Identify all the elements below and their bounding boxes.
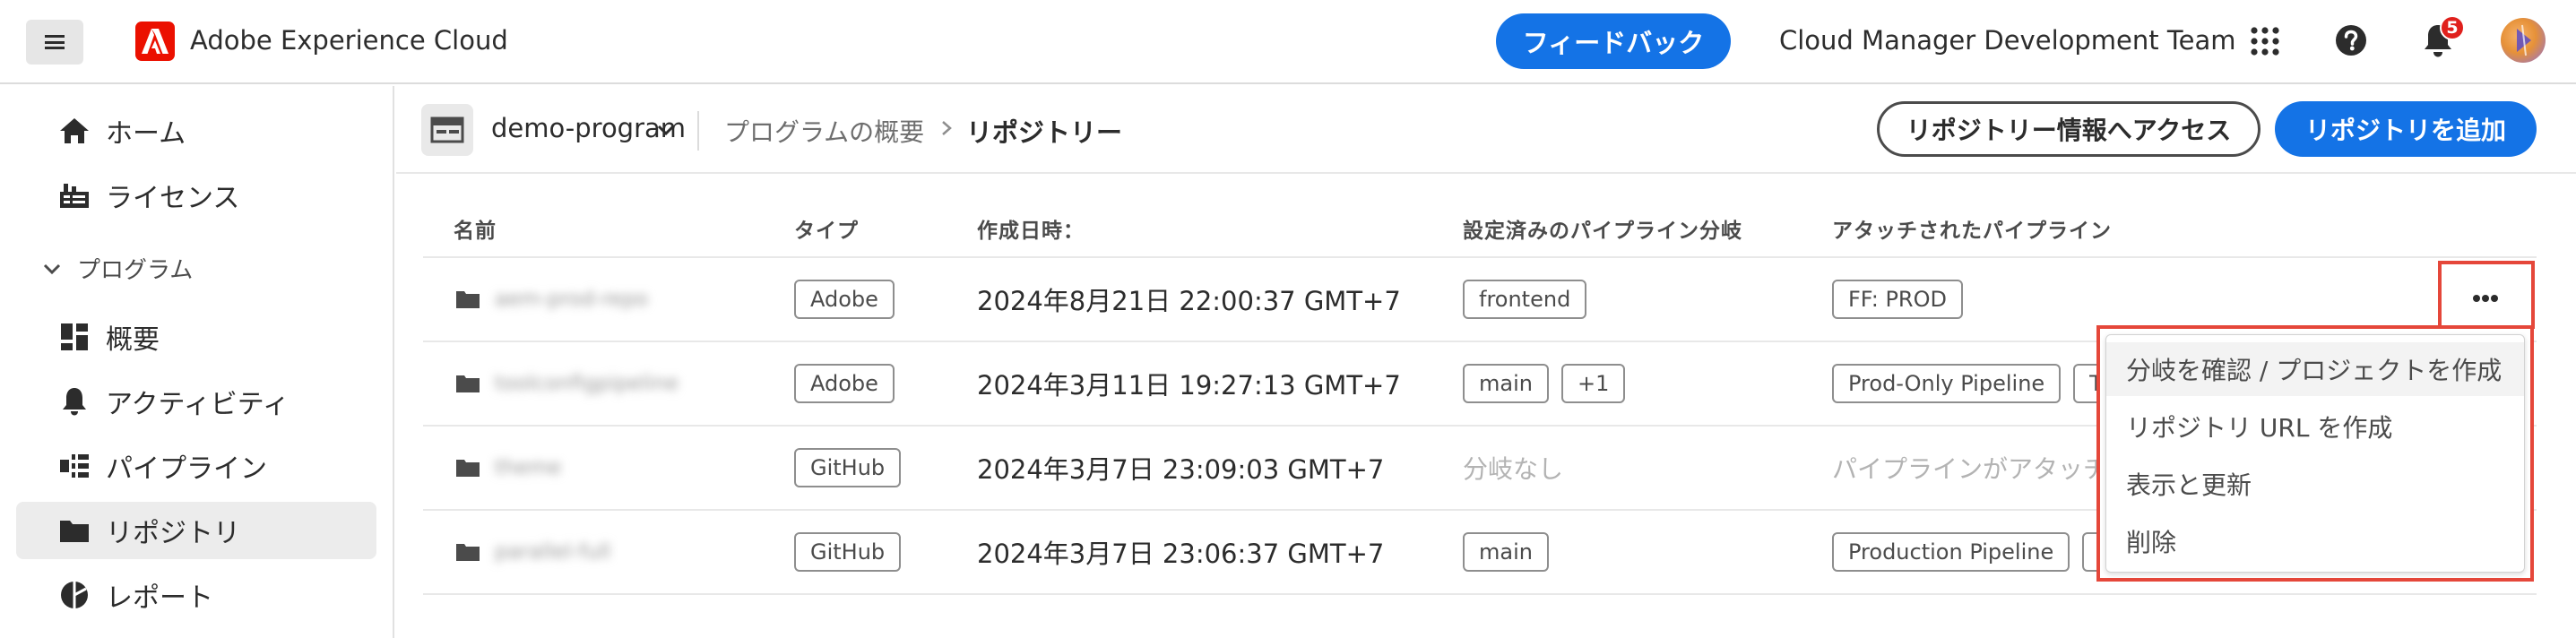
menu-toggle-button[interactable] xyxy=(26,20,83,65)
folder-icon xyxy=(57,513,91,547)
sidebar-item-label: レポート xyxy=(106,582,213,614)
org-switcher[interactable]: Cloud Manager Development Team xyxy=(1779,25,2235,56)
dashboard-icon xyxy=(57,320,91,354)
no-branches-text: 分岐なし xyxy=(1463,454,1564,484)
hamburger-icon xyxy=(45,35,65,49)
sidebar-item-reports[interactable]: レポート xyxy=(16,566,376,624)
repo-name-cell[interactable]: aem-prod-repo xyxy=(455,258,648,341)
repo-name: aem-prod-repo xyxy=(495,288,649,311)
repo-type-tag: GitHub xyxy=(794,532,902,572)
sidebar-item-label: ライセンス xyxy=(106,183,240,214)
folder-icon xyxy=(456,460,480,477)
chevron-down-icon[interactable] xyxy=(656,120,676,140)
divider xyxy=(697,111,699,151)
sidebar-item-label: アクティビティ xyxy=(106,389,290,420)
folder-icon xyxy=(456,544,480,561)
column-header-pipelines: アタッチされたパイプライン xyxy=(1832,220,2112,243)
sidebar-group-program[interactable]: プログラム xyxy=(41,252,193,285)
repo-name-cell[interactable]: theme xyxy=(455,427,561,509)
folder-icon xyxy=(456,375,480,392)
sidebar-item-label: リポジトリ xyxy=(106,518,240,549)
repo-type-tag: Adobe xyxy=(794,280,895,319)
repo-type-tag: Adobe xyxy=(794,364,895,403)
chevron-right-icon xyxy=(942,121,952,135)
adobe-logo-icon[interactable] xyxy=(135,22,175,61)
sidebar-item-label: ホーム xyxy=(106,118,186,150)
notification-count-badge: 5 xyxy=(2440,15,2465,40)
help-icon[interactable] xyxy=(2334,23,2368,57)
repo-type-tag: GitHub xyxy=(794,448,902,487)
row-actions-menu: 分岐を確認 / プロジェクトを作成 リポジトリ URL を作成 表示と更新 削除 xyxy=(2096,325,2534,582)
apps-grid-icon[interactable] xyxy=(2250,26,2280,56)
pipeline-tag: Prod-Only Pipeline xyxy=(1832,364,2062,403)
app-title[interactable]: Adobe Experience Cloud xyxy=(190,25,508,56)
report-icon xyxy=(57,578,91,612)
add-repository-button[interactable]: リポジトリを追加 xyxy=(2275,101,2537,157)
column-header-branches: 設定済みのパイプライン分岐 xyxy=(1463,220,1742,243)
sidebar-item-overview[interactable]: 概要 xyxy=(16,308,376,366)
top-bar: Adobe Experience Cloud フィードバック Cloud Man… xyxy=(0,0,2576,84)
branch-tag: main xyxy=(1463,364,1549,403)
branch-tag: frontend xyxy=(1463,280,1587,319)
program-icon xyxy=(421,104,473,156)
column-header-name[interactable]: 名前 xyxy=(454,213,497,244)
more-actions-icon[interactable] xyxy=(2467,285,2504,312)
pipeline-tag: Production Pipeline xyxy=(1832,532,2070,572)
sidebar: ホーム ライセンス プログラム 概要 アクティビティ パイプライン リポジトリ … xyxy=(0,86,394,638)
pipeline-icon xyxy=(57,449,91,483)
repo-name-cell[interactable]: toolconfigpipeline xyxy=(455,342,679,425)
sidebar-item-license[interactable]: ライセンス xyxy=(16,167,376,224)
user-avatar[interactable] xyxy=(2501,18,2546,63)
sidebar-item-activity[interactable]: アクティビティ xyxy=(16,373,376,430)
sidebar-item-label: 概要 xyxy=(106,324,160,356)
repo-name: parallel-full xyxy=(495,540,611,564)
created-date: 2024年3月11日 19:27:13 GMT+7 xyxy=(977,370,1401,401)
sidebar-item-label: パイプライン xyxy=(106,453,267,485)
menu-item-delete[interactable]: 削除 xyxy=(2106,514,2524,568)
no-pipelines-text: パイプラインがアタッチ xyxy=(1832,454,2109,484)
repo-name: theme xyxy=(495,456,562,479)
created-date: 2024年3月7日 23:09:03 GMT+7 xyxy=(977,454,1385,485)
content-header: demo-program プログラムの概要 リポジトリー リポジトリー情報へアク… xyxy=(396,86,2576,174)
sidebar-item-pipelines[interactable]: パイプライン xyxy=(16,437,376,495)
column-header-type[interactable]: タイプ xyxy=(794,213,859,244)
chevron-down-icon xyxy=(43,263,61,274)
feedback-button[interactable]: フィードバック xyxy=(1496,13,1731,69)
menu-item-check-branch[interactable]: 分岐を確認 / プロジェクトを作成 xyxy=(2106,342,2524,396)
breadcrumb-program-overview[interactable]: プログラムの概要 xyxy=(724,113,924,149)
folder-icon xyxy=(456,291,480,308)
menu-panel: 分岐を確認 / プロジェクトを作成 リポジトリ URL を作成 表示と更新 削除 xyxy=(2105,334,2525,573)
repo-name: toolconfigpipeline xyxy=(495,372,679,395)
column-header-created[interactable]: 作成日時： xyxy=(977,213,1085,244)
repo-name-cell[interactable]: parallel-full xyxy=(455,511,610,593)
table-header: 名前 タイプ 作成日時： 設定済みのパイプライン分岐 アタッチされたパイプライン xyxy=(423,199,2537,258)
branch-tag: main xyxy=(1463,532,1549,572)
pipeline-tag: FF: PROD xyxy=(1832,280,1963,319)
sidebar-item-home[interactable]: ホーム xyxy=(16,102,376,160)
created-date: 2024年8月21日 22:00:37 GMT+7 xyxy=(977,286,1401,316)
access-repo-info-button[interactable]: リポジトリー情報へアクセス xyxy=(1877,101,2260,157)
created-date: 2024年3月7日 23:06:37 GMT+7 xyxy=(977,539,1385,569)
menu-item-create-repo-url[interactable]: リポジトリ URL を作成 xyxy=(2106,400,2524,453)
breadcrumb-current: リポジトリー xyxy=(966,117,1123,148)
more-branches-tag[interactable]: +1 xyxy=(1560,364,1626,403)
sidebar-group-label: プログラム xyxy=(77,257,194,284)
menu-item-view-update[interactable]: 表示と更新 xyxy=(2106,457,2524,511)
bell-icon xyxy=(57,384,91,418)
home-icon xyxy=(57,114,91,148)
sidebar-item-repositories[interactable]: リポジトリ xyxy=(16,502,376,559)
license-icon xyxy=(57,178,91,212)
